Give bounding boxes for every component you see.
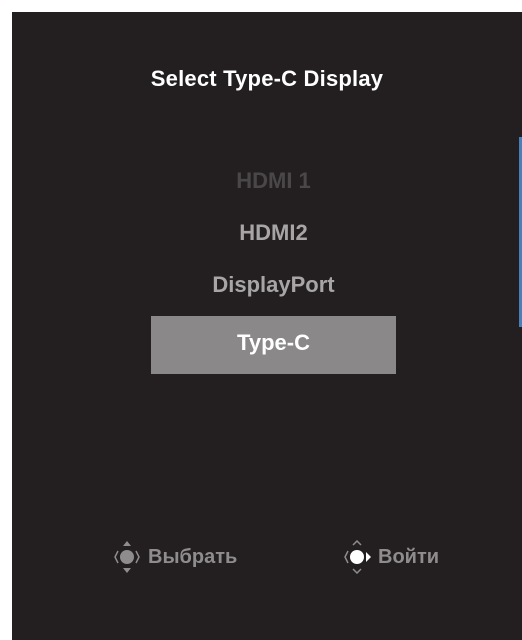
- hint-select-label: Выбрать: [148, 545, 238, 568]
- option-type-c[interactable]: Type-C: [151, 316, 396, 374]
- option-displayport[interactable]: DisplayPort: [151, 264, 396, 316]
- joystick-right-icon: [344, 540, 371, 574]
- osd-menu-panel: Select Type-C Display HDMI 1 HDMI2 Displ…: [12, 12, 522, 640]
- hint-enter-label: Войти: [378, 545, 440, 568]
- hint-enter: Войти: [342, 540, 439, 574]
- menu-title: Select Type-C Display: [150, 66, 384, 91]
- option-hdmi1: HDMI 1: [236, 168, 311, 193]
- hint-select: Выбрать: [112, 540, 237, 574]
- option-hdmi2[interactable]: HDMI2: [151, 212, 396, 264]
- display-option-list: HDMI 1 HDMI2 DisplayPort Type-C: [151, 160, 396, 374]
- joystick-up-down-icon: [114, 541, 140, 573]
